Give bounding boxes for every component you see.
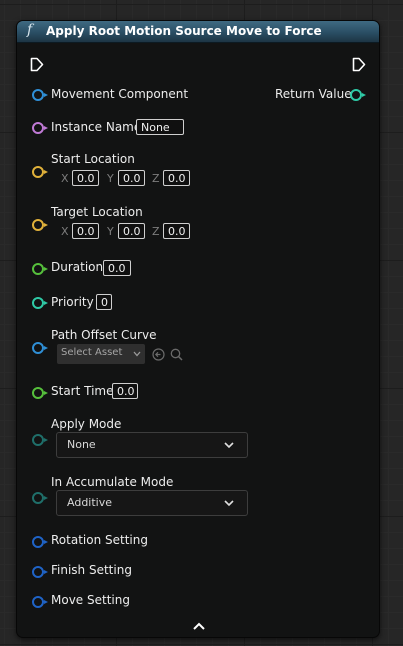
apply-mode-label: Apply Mode: [51, 417, 122, 431]
instance-name-label: Instance Name: [51, 120, 142, 134]
target-location-x-field[interactable]: 0.0: [72, 223, 99, 239]
accumulate-mode-label: In Accumulate Mode: [51, 475, 174, 489]
start-location-label: Start Location: [51, 152, 135, 166]
search-icon[interactable]: [170, 348, 183, 361]
priority-pin[interactable]: [32, 297, 48, 309]
instance-name-pin[interactable]: [32, 122, 48, 134]
movement-component-pin[interactable]: [32, 89, 48, 101]
asset-picker[interactable]: Select Asset: [57, 344, 145, 364]
path-offset-curve-label: Path Offset Curve: [51, 328, 157, 342]
exec-out-icon[interactable]: [352, 57, 366, 72]
target-location-y-axis: Y: [107, 225, 114, 238]
blueprint-node[interactable]: f Apply Root Motion Source Move to Force…: [16, 20, 380, 638]
chevron-down-icon: [224, 500, 234, 507]
start-location-z-field[interactable]: 0.0: [163, 170, 190, 186]
target-location-label: Target Location: [51, 205, 143, 219]
start-location-x-axis: X: [61, 172, 69, 185]
start-time-label: Start Time: [51, 384, 114, 398]
start-location-z-axis: Z: [152, 172, 160, 185]
start-location-y-axis: Y: [107, 172, 114, 185]
return-value-label: Return Value: [275, 87, 352, 101]
rotation-setting-pin[interactable]: [32, 536, 48, 548]
target-location-z-axis: Z: [152, 225, 160, 238]
move-setting-pin[interactable]: [32, 596, 48, 608]
movement-component-label: Movement Component: [51, 87, 189, 101]
chevron-down-icon: [224, 442, 234, 449]
asset-picker-placeholder: Select Asset: [61, 347, 123, 358]
priority-field[interactable]: 0: [96, 294, 112, 310]
target-location-z-field[interactable]: 0.0: [163, 223, 190, 239]
start-time-pin[interactable]: [32, 387, 48, 399]
apply-mode-value: None: [67, 438, 96, 451]
arrow-left-circle-icon[interactable]: [152, 348, 165, 361]
exec-in-icon[interactable]: [30, 57, 44, 72]
chevron-down-icon: [133, 351, 141, 357]
target-location-x-axis: X: [61, 225, 69, 238]
target-location-y-field[interactable]: 0.0: [118, 223, 145, 239]
accumulate-mode-value: Additive: [67, 496, 112, 509]
start-location-pin[interactable]: [32, 166, 48, 178]
priority-label: Priority: [51, 295, 94, 309]
finish-setting-pin[interactable]: [32, 566, 48, 578]
node-title: Apply Root Motion Source Move to Force: [46, 24, 322, 38]
finish-setting-label: Finish Setting: [51, 563, 132, 577]
start-location-y-field[interactable]: 0.0: [118, 170, 145, 186]
move-setting-label: Move Setting: [51, 593, 130, 607]
target-location-pin[interactable]: [32, 219, 48, 231]
function-icon: f: [27, 22, 33, 38]
apply-mode-dropdown[interactable]: None: [56, 432, 248, 458]
duration-pin[interactable]: [32, 263, 48, 275]
path-offset-curve-pin[interactable]: [32, 342, 48, 354]
accumulate-mode-pin[interactable]: [32, 492, 48, 504]
node-header[interactable]: f Apply Root Motion Source Move to Force: [17, 21, 379, 43]
chevron-up-icon[interactable]: [192, 621, 206, 631]
rotation-setting-label: Rotation Setting: [51, 533, 148, 547]
duration-field[interactable]: 0.0: [103, 260, 131, 276]
duration-label: Duration: [51, 260, 104, 274]
start-time-field[interactable]: 0.0: [112, 383, 138, 399]
accumulate-mode-dropdown[interactable]: Additive: [56, 490, 248, 516]
apply-mode-pin[interactable]: [32, 434, 48, 446]
return-value-pin[interactable]: [350, 89, 366, 101]
start-location-x-field[interactable]: 0.0: [72, 170, 99, 186]
instance-name-field[interactable]: None: [136, 119, 184, 135]
